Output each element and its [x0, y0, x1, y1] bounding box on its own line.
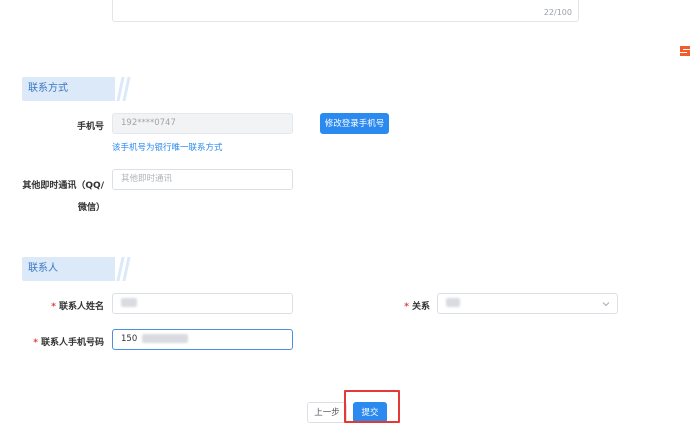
chevron-down-icon [602, 302, 610, 307]
im-label: 其他即时通讯（QQ/ 微信） [10, 175, 106, 219]
phone-hint: 该手机号为银行唯一联系方式 [112, 143, 223, 153]
prev-step-button[interactable]: 上一步 [307, 402, 347, 423]
required-mark: * [51, 302, 56, 312]
relation-label: * 关系 [380, 299, 430, 312]
contact-phone-prefix: 150 [121, 334, 138, 344]
section-title: 联系人 [28, 263, 58, 274]
contact-phone-input[interactable]: 150 [112, 329, 293, 350]
contact-name-label-text: 联系人姓名 [58, 302, 104, 312]
im-placeholder: 其他即时通讯 [121, 174, 173, 184]
submit-highlight-box [344, 390, 400, 423]
phone-input: 192****0747 [112, 113, 293, 134]
contact-phone-label-text: 联系人手机号码 [40, 338, 104, 348]
phone-value: 192****0747 [121, 118, 176, 128]
required-mark: * [33, 338, 38, 348]
phone-label: 手机号 [76, 122, 104, 132]
brand-s-icon[interactable] [678, 44, 690, 58]
char-count: 22/100 [543, 8, 572, 17]
im-label-line1: 其他即时通讯（QQ/ [22, 181, 104, 191]
im-input[interactable]: 其他即时通讯 [112, 169, 293, 190]
redacted-relation [446, 298, 460, 307]
section-header-contact-method: 联系方式 [22, 77, 131, 101]
section-title: 联系方式 [28, 83, 68, 94]
redacted-phone [141, 334, 188, 343]
contact-phone-label: * 联系人手机号码 [20, 335, 104, 348]
change-login-phone-button[interactable]: 修改登录手机号 [320, 113, 389, 134]
im-label-line2: 微信） [78, 203, 106, 213]
description-textarea[interactable]: 22/100 [112, 0, 579, 22]
relation-label-text: 关系 [411, 302, 430, 312]
section-header-contact-person: 联系人 [22, 257, 131, 281]
relation-select[interactable] [437, 293, 618, 314]
redacted-name [121, 298, 137, 307]
required-mark: * [404, 302, 409, 312]
contact-name-input[interactable] [112, 293, 293, 314]
contact-name-label: * 联系人姓名 [30, 299, 104, 312]
